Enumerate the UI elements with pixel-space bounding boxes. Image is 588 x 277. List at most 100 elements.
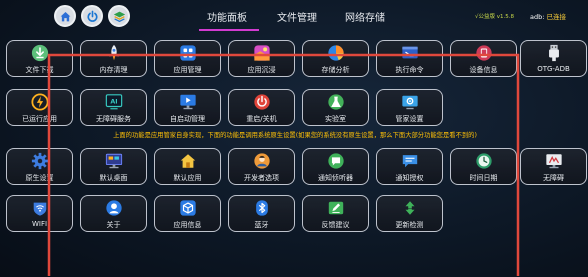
- tile-developer-options[interactable]: 开发者选项: [228, 148, 295, 185]
- tile-label: 时间日期: [469, 174, 498, 182]
- tile-label: 存储分析: [321, 66, 350, 74]
- tile-accessibility[interactable]: 无障碍: [520, 148, 587, 185]
- tile-autostart-manager[interactable]: 自启动管理: [154, 89, 221, 126]
- tile-running-apps[interactable]: 已运行应用: [6, 89, 73, 126]
- tile-notification-auth[interactable]: 通知授权: [376, 148, 443, 185]
- tab-network-storage[interactable]: 网络存储: [345, 9, 385, 24]
- tile-label: 更新检测: [395, 221, 424, 229]
- tile-label: 开发者选项: [244, 174, 279, 182]
- version-label: √公益版 v1.5.8: [475, 14, 515, 20]
- power-icon: [87, 10, 97, 22]
- lab-icon: [327, 94, 344, 110]
- developer-icon: [253, 153, 270, 169]
- about-icon: [105, 200, 122, 216]
- home-app-icon: [180, 154, 195, 168]
- tile-label: 默认桌面: [99, 174, 128, 182]
- tile-default-desktop[interactable]: 默认桌面: [80, 148, 147, 185]
- tile-label: 实验室: [325, 115, 346, 123]
- tile-device-info[interactable]: 设备信息: [450, 40, 517, 77]
- tile-about[interactable]: 关于: [80, 195, 147, 232]
- update-icon: [405, 201, 414, 215]
- tile-accessibility-service[interactable]: AI 无障碍服务: [80, 89, 147, 126]
- tile-label: 应用管理: [173, 66, 202, 74]
- feedback-icon: [328, 201, 343, 215]
- desktop-icon: [105, 153, 122, 169]
- tile-memory-clean[interactable]: 内存清理: [80, 40, 147, 77]
- gear-icon: [31, 152, 48, 170]
- tile-date-time[interactable]: 时间日期: [450, 148, 517, 185]
- app-manager-icon: [179, 45, 196, 61]
- tile-file-download[interactable]: 文件下载: [6, 40, 73, 77]
- tile-label: WIFI: [31, 220, 48, 228]
- settings-display-icon: [401, 95, 418, 110]
- tile-housekeeper-settings[interactable]: 管家设置: [376, 89, 443, 126]
- active-tab-indicator: [199, 29, 259, 31]
- terminal-icon: [401, 46, 418, 59]
- tile-label: 管家设置: [395, 115, 424, 123]
- tile-label: 通知授权: [395, 174, 424, 182]
- rocket-icon: [108, 44, 119, 61]
- reboot-icon: [253, 94, 270, 110]
- download-icon: [31, 44, 48, 62]
- tile-feedback[interactable]: 反馈建议: [302, 195, 369, 232]
- tile-label: 无障碍: [543, 174, 564, 182]
- tile-label: 无障碍服务: [96, 115, 131, 123]
- tile-label: 内存清理: [99, 66, 128, 74]
- tile-laboratory[interactable]: 实验室: [302, 89, 369, 126]
- ai-icon: AI: [105, 94, 122, 110]
- tile-reboot-shutdown[interactable]: 重启/关机: [228, 89, 295, 126]
- notification-listener-icon: [327, 153, 344, 169]
- bluetooth-icon: [255, 200, 268, 216]
- tile-update-check[interactable]: 更新检测: [376, 195, 443, 232]
- running-apps-icon: [30, 93, 49, 111]
- device-info-icon: [475, 45, 492, 61]
- tile-label: 文件下载: [25, 66, 54, 74]
- notification-auth-icon: [402, 155, 417, 168]
- tile-bluetooth[interactable]: 蓝牙: [228, 195, 295, 232]
- home-icon: [60, 11, 70, 21]
- tile-label: 关于: [106, 221, 121, 229]
- tile-label: 通知侦听器: [318, 174, 353, 182]
- tile-app-info[interactable]: 应用信息: [154, 195, 221, 232]
- accessibility-icon: [545, 154, 562, 169]
- tile-label: 应用沉浸: [247, 66, 276, 74]
- tile-label: 蓝牙: [254, 221, 269, 229]
- tile-label: 自启动管理: [170, 115, 205, 123]
- power-button[interactable]: [81, 5, 103, 27]
- tile-default-apps[interactable]: 默认应用: [154, 148, 221, 185]
- layers-icon: [113, 11, 125, 22]
- usb-icon: [548, 44, 559, 62]
- pie-chart-icon: [327, 45, 344, 61]
- tile-label: 应用信息: [173, 221, 202, 229]
- tile-notification-listener[interactable]: 通知侦听器: [302, 148, 369, 185]
- tile-label: 原生设置: [25, 174, 54, 182]
- tile-label: OTG-ADB: [537, 65, 570, 73]
- tile-otg-adb[interactable]: OTG-ADB: [520, 40, 587, 77]
- tab-file-manager[interactable]: 文件管理: [277, 9, 317, 24]
- app-info-icon: [179, 200, 196, 216]
- adb-status: adb: 已连接: [530, 11, 566, 21]
- tile-storage-analysis[interactable]: 存储分析: [302, 40, 369, 77]
- tile-execute-command[interactable]: 执行命令: [376, 40, 443, 77]
- tile-label: 默认应用: [173, 174, 202, 182]
- tile-app-immersive[interactable]: 应用沉浸: [228, 40, 295, 77]
- tile-label: 重启/关机: [246, 115, 277, 123]
- tab-function-panel[interactable]: 功能面板: [207, 9, 247, 24]
- adb-status-value: 已连接: [546, 13, 567, 21]
- tile-native-settings[interactable]: 原生设置: [6, 148, 73, 185]
- tile-label: 已运行应用: [22, 115, 57, 123]
- top-bar: 功能面板 文件管理 网络存储 √公益版 v1.5.8 adb: 已连接: [0, 0, 588, 36]
- immersive-icon: [253, 45, 270, 61]
- wifi-icon: [33, 202, 46, 216]
- tile-label: 设备信息: [469, 66, 498, 74]
- tile-label: 反馈建议: [321, 221, 350, 229]
- adb-label: adb:: [530, 13, 545, 21]
- tile-label: 执行命令: [395, 66, 424, 74]
- tile-app-manager[interactable]: 应用管理: [154, 40, 221, 77]
- autostart-icon: [179, 94, 196, 110]
- svg-text:AI: AI: [110, 98, 117, 105]
- home-button[interactable]: [54, 5, 76, 27]
- clock-icon: [475, 153, 492, 169]
- layers-button[interactable]: [108, 5, 130, 27]
- tile-wifi[interactable]: WIFI: [6, 195, 73, 232]
